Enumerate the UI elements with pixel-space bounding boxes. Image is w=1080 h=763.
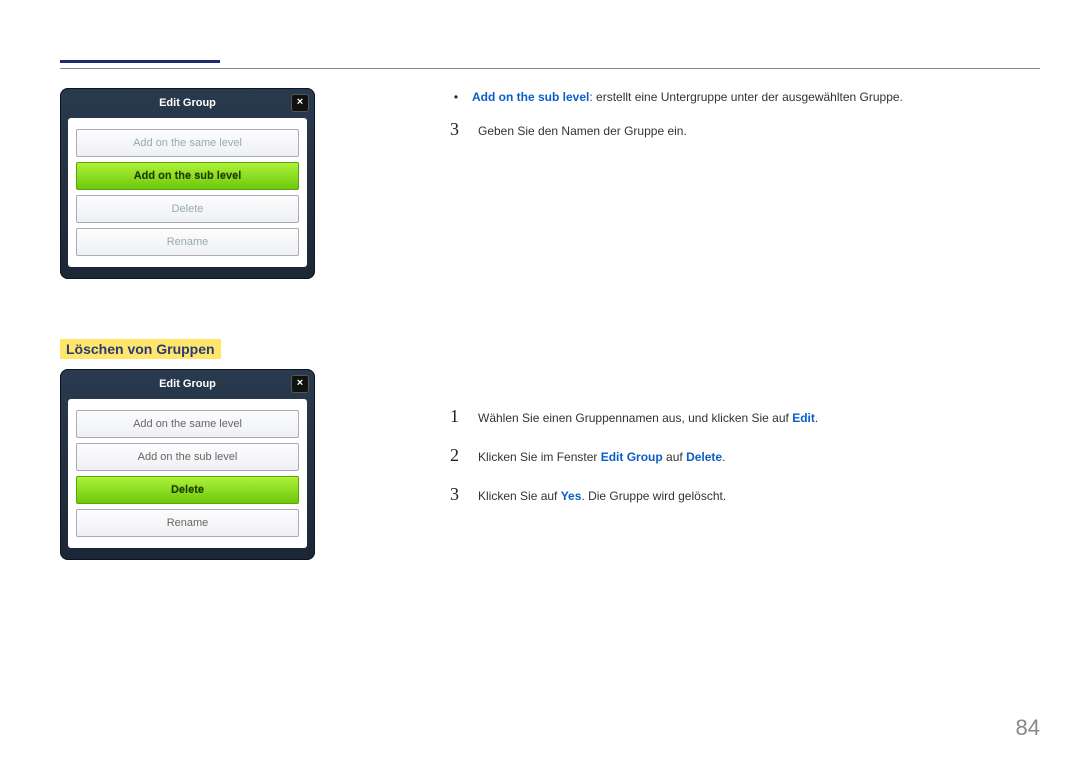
dialog-options: Add on the same level Add on the sub lev… bbox=[68, 118, 307, 267]
page-number: 84 bbox=[1016, 715, 1040, 741]
text: . bbox=[815, 411, 818, 425]
keyword-edit-group: Edit Group bbox=[601, 450, 663, 464]
text: Wählen Sie einen Gruppennamen aus, und k… bbox=[478, 411, 792, 425]
step-number: 3 bbox=[450, 116, 464, 143]
step-text: Klicken Sie auf Yes. Die Gruppe wird gel… bbox=[478, 487, 726, 505]
option-add-sub-level[interactable]: Add on the sub level bbox=[76, 162, 299, 190]
edit-group-dialog-2: Edit Group × Add on the same level Add o… bbox=[60, 369, 315, 560]
header-accent-bar bbox=[60, 60, 220, 63]
keyword-yes: Yes bbox=[561, 489, 582, 503]
text: Klicken Sie im Fenster bbox=[478, 450, 601, 464]
step-row: 3 Geben Sie den Namen der Gruppe ein. bbox=[450, 116, 1040, 143]
dialog-header: Edit Group × bbox=[60, 369, 315, 399]
step-row: 3 Klicken Sie auf Yes. Die Gruppe wird g… bbox=[450, 481, 1040, 508]
bullet-text: Add on the sub level: erstellt eine Unte… bbox=[472, 88, 903, 106]
option-add-same-level[interactable]: Add on the same level bbox=[76, 129, 299, 157]
step-text: Wählen Sie einen Gruppennamen aus, und k… bbox=[478, 409, 818, 427]
dialog-options: Add on the same level Add on the sub lev… bbox=[68, 399, 307, 548]
step-text: Geben Sie den Namen der Gruppe ein. bbox=[478, 122, 687, 140]
keyword-add-sub-level: Add on the sub level bbox=[472, 90, 589, 104]
keyword-edit: Edit bbox=[792, 411, 815, 425]
spacer bbox=[450, 155, 1040, 395]
dialog-header: Edit Group × bbox=[60, 88, 315, 118]
header-rule bbox=[60, 68, 1040, 69]
step-number: 3 bbox=[450, 481, 464, 508]
keyword-delete: Delete bbox=[686, 450, 722, 464]
dialog-title: Edit Group bbox=[159, 378, 216, 390]
option-rename[interactable]: Rename bbox=[76, 228, 299, 256]
bullet-mark: • bbox=[450, 88, 462, 106]
right-column: • Add on the sub level: erstellt eine Un… bbox=[450, 88, 1040, 520]
text: Klicken Sie auf bbox=[478, 489, 561, 503]
edit-group-dialog-1: Edit Group × Add on the same level Add o… bbox=[60, 88, 315, 279]
step-row: 1 Wählen Sie einen Gruppennamen aus, und… bbox=[450, 403, 1040, 430]
text: . Die Gruppe wird gelöscht. bbox=[581, 489, 726, 503]
text: . bbox=[722, 450, 725, 464]
option-add-same-level[interactable]: Add on the same level bbox=[76, 410, 299, 438]
close-icon[interactable]: × bbox=[291, 375, 309, 393]
step-text: Klicken Sie im Fenster Edit Group auf De… bbox=[478, 448, 725, 466]
step-number: 1 bbox=[450, 403, 464, 430]
bullet-add-sub-level: • Add on the sub level: erstellt eine Un… bbox=[450, 88, 1040, 106]
bullet-rest: : erstellt eine Untergruppe unter der au… bbox=[589, 90, 903, 104]
step-number: 2 bbox=[450, 442, 464, 469]
dialog-title: Edit Group bbox=[159, 97, 216, 109]
manual-page: Edit Group × Add on the same level Add o… bbox=[0, 0, 1080, 763]
option-add-sub-level[interactable]: Add on the sub level bbox=[76, 443, 299, 471]
text: auf bbox=[663, 450, 686, 464]
step-row: 2 Klicken Sie im Fenster Edit Group auf … bbox=[450, 442, 1040, 469]
left-column: Edit Group × Add on the same level Add o… bbox=[60, 88, 370, 590]
option-delete[interactable]: Delete bbox=[76, 195, 299, 223]
content-area: Edit Group × Add on the same level Add o… bbox=[60, 88, 1040, 723]
close-icon[interactable]: × bbox=[291, 94, 309, 112]
option-delete[interactable]: Delete bbox=[76, 476, 299, 504]
section-heading-delete-groups: Löschen von Gruppen bbox=[60, 339, 221, 359]
option-rename[interactable]: Rename bbox=[76, 509, 299, 537]
